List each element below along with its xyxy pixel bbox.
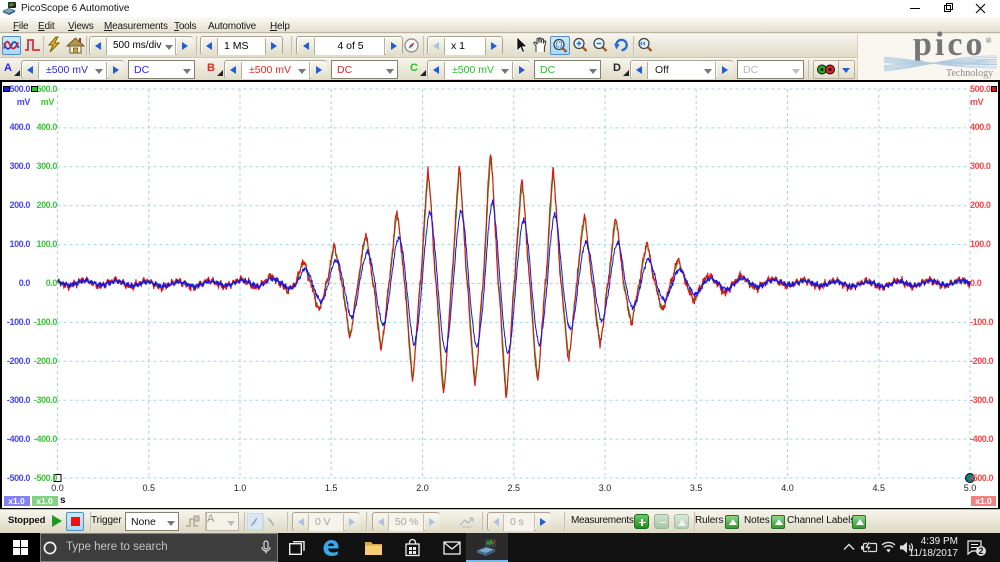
svg-text:2: 2 <box>978 546 983 556</box>
